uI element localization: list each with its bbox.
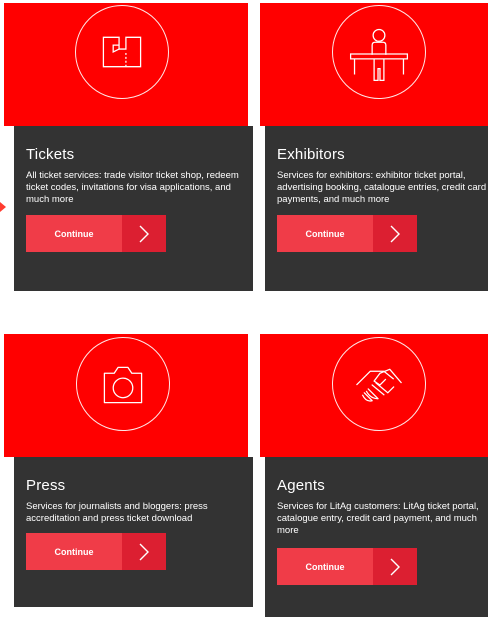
card-panel: Exhibitors Services for exhibitors: exhi… [265,126,488,291]
ticket-icon [75,5,169,99]
chevron-right-icon [373,548,417,585]
card-panel: Tickets All ticket services: trade visit… [14,126,253,291]
card-description: Services for exhibitors: exhibitor ticke… [277,170,487,205]
card-panel: Press Services for journalists and blogg… [14,457,253,607]
card-title: Exhibitors [277,146,345,163]
card-hero [260,3,488,126]
continue-button-agents[interactable]: Continue [277,548,417,585]
exhibitor-icon [332,5,426,99]
continue-button-label: Continue [277,548,373,585]
card-title: Tickets [26,146,75,163]
card-panel: Agents Services for LitAg customers: Lit… [265,457,488,617]
card-title: Agents [277,477,325,494]
handshake-icon [332,337,426,431]
chevron-right-icon [122,215,166,252]
continue-button-press[interactable]: Continue [26,533,166,570]
card-description: Services for journalists and bloggers: p… [26,501,208,524]
card-press: Press Services for journalists and blogg… [4,334,253,609]
card-tickets: Tickets All ticket services: trade visit… [4,3,253,293]
continue-button-tickets[interactable]: Continue [26,215,166,252]
chevron-right-icon [373,215,417,252]
continue-button-label: Continue [277,215,373,252]
card-description: Services for LitAg customers: LitAg tick… [277,501,479,536]
card-exhibitors: Exhibitors Services for exhibitors: exhi… [260,3,488,293]
continue-button-label: Continue [26,533,122,570]
continue-button-label: Continue [26,215,122,252]
card-hero [4,3,248,126]
card-hero [260,334,488,457]
camera-icon [76,337,170,431]
card-agents: Agents Services for LitAg customers: Lit… [260,334,488,617]
card-hero [4,334,248,457]
card-description: All ticket services: trade visitor ticke… [26,170,239,205]
card-title: Press [26,477,66,494]
chevron-right-icon [122,533,166,570]
continue-button-exhibitors[interactable]: Continue [277,215,417,252]
